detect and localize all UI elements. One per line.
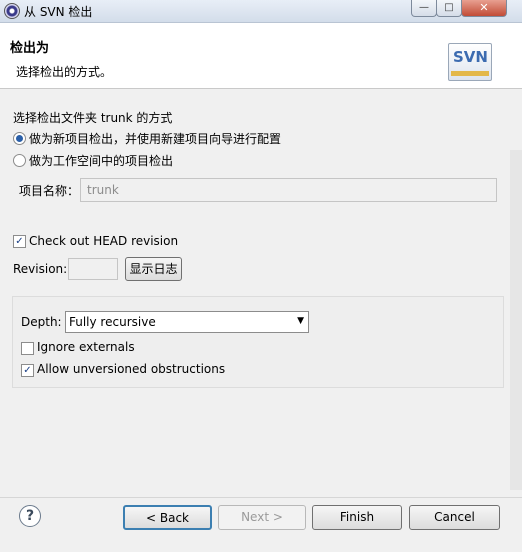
radio-workspace-project[interactable]	[13, 154, 26, 167]
chevron-down-icon: ▼	[297, 316, 304, 326]
project-name-field[interactable]: trunk	[80, 178, 497, 202]
revision-label: Revision:	[13, 262, 68, 276]
window-title: 从 SVN 检出	[24, 5, 93, 19]
page-title: 检出为	[10, 41, 50, 56]
back-button[interactable]: < Back	[123, 505, 212, 530]
head-revision-label[interactable]: Check out HEAD revision	[29, 234, 178, 248]
depth-select-value: Fully recursive	[69, 315, 156, 329]
page-description: 选择检出的方式。	[16, 65, 113, 79]
svn-logo-icon: SVN	[448, 43, 492, 81]
head-revision-checkbox[interactable]: ✓	[13, 235, 26, 248]
checkout-method-label: 选择检出文件夹 trunk 的方式	[13, 111, 173, 125]
svn-logo-text: SVN	[453, 48, 488, 66]
ignore-externals-checkbox[interactable]	[21, 342, 34, 355]
allow-unversioned-label[interactable]: Allow unversioned obstructions	[37, 362, 225, 376]
footer-divider	[0, 497, 522, 498]
minimize-button[interactable]: —	[411, 0, 437, 17]
next-button[interactable]: Next >	[218, 505, 306, 530]
depth-select[interactable]: Fully recursive ▼	[65, 311, 309, 333]
close-button[interactable]: ✕	[461, 0, 507, 17]
show-log-button[interactable]: 显示日志	[125, 257, 182, 281]
radio-workspace-project-label[interactable]: 做为工作空间中的项目检出	[29, 152, 173, 169]
revision-field[interactable]	[68, 258, 118, 280]
project-name-label: 项目名称：	[19, 184, 80, 198]
allow-unversioned-checkbox[interactable]: ✓	[21, 364, 34, 377]
wizard-header: 检出为 选择检出的方式。 SVN	[0, 23, 522, 89]
scrollbar-track[interactable]	[510, 150, 522, 490]
radio-new-project-label[interactable]: 做为新项目检出，并使用新建项目向导进行配置	[29, 130, 281, 147]
finish-button[interactable]: Finish	[312, 505, 402, 530]
radio-new-project[interactable]	[13, 132, 26, 145]
svn-logo-bar	[451, 71, 489, 76]
cancel-button[interactable]: Cancel	[409, 505, 500, 530]
app-icon	[4, 3, 20, 19]
title-bar: 从 SVN 检出 — □ ✕	[0, 0, 522, 23]
help-icon[interactable]: ?	[19, 505, 41, 527]
depth-label: Depth:	[21, 315, 62, 329]
maximize-button[interactable]: □	[436, 0, 462, 17]
ignore-externals-label[interactable]: Ignore externals	[37, 340, 135, 354]
